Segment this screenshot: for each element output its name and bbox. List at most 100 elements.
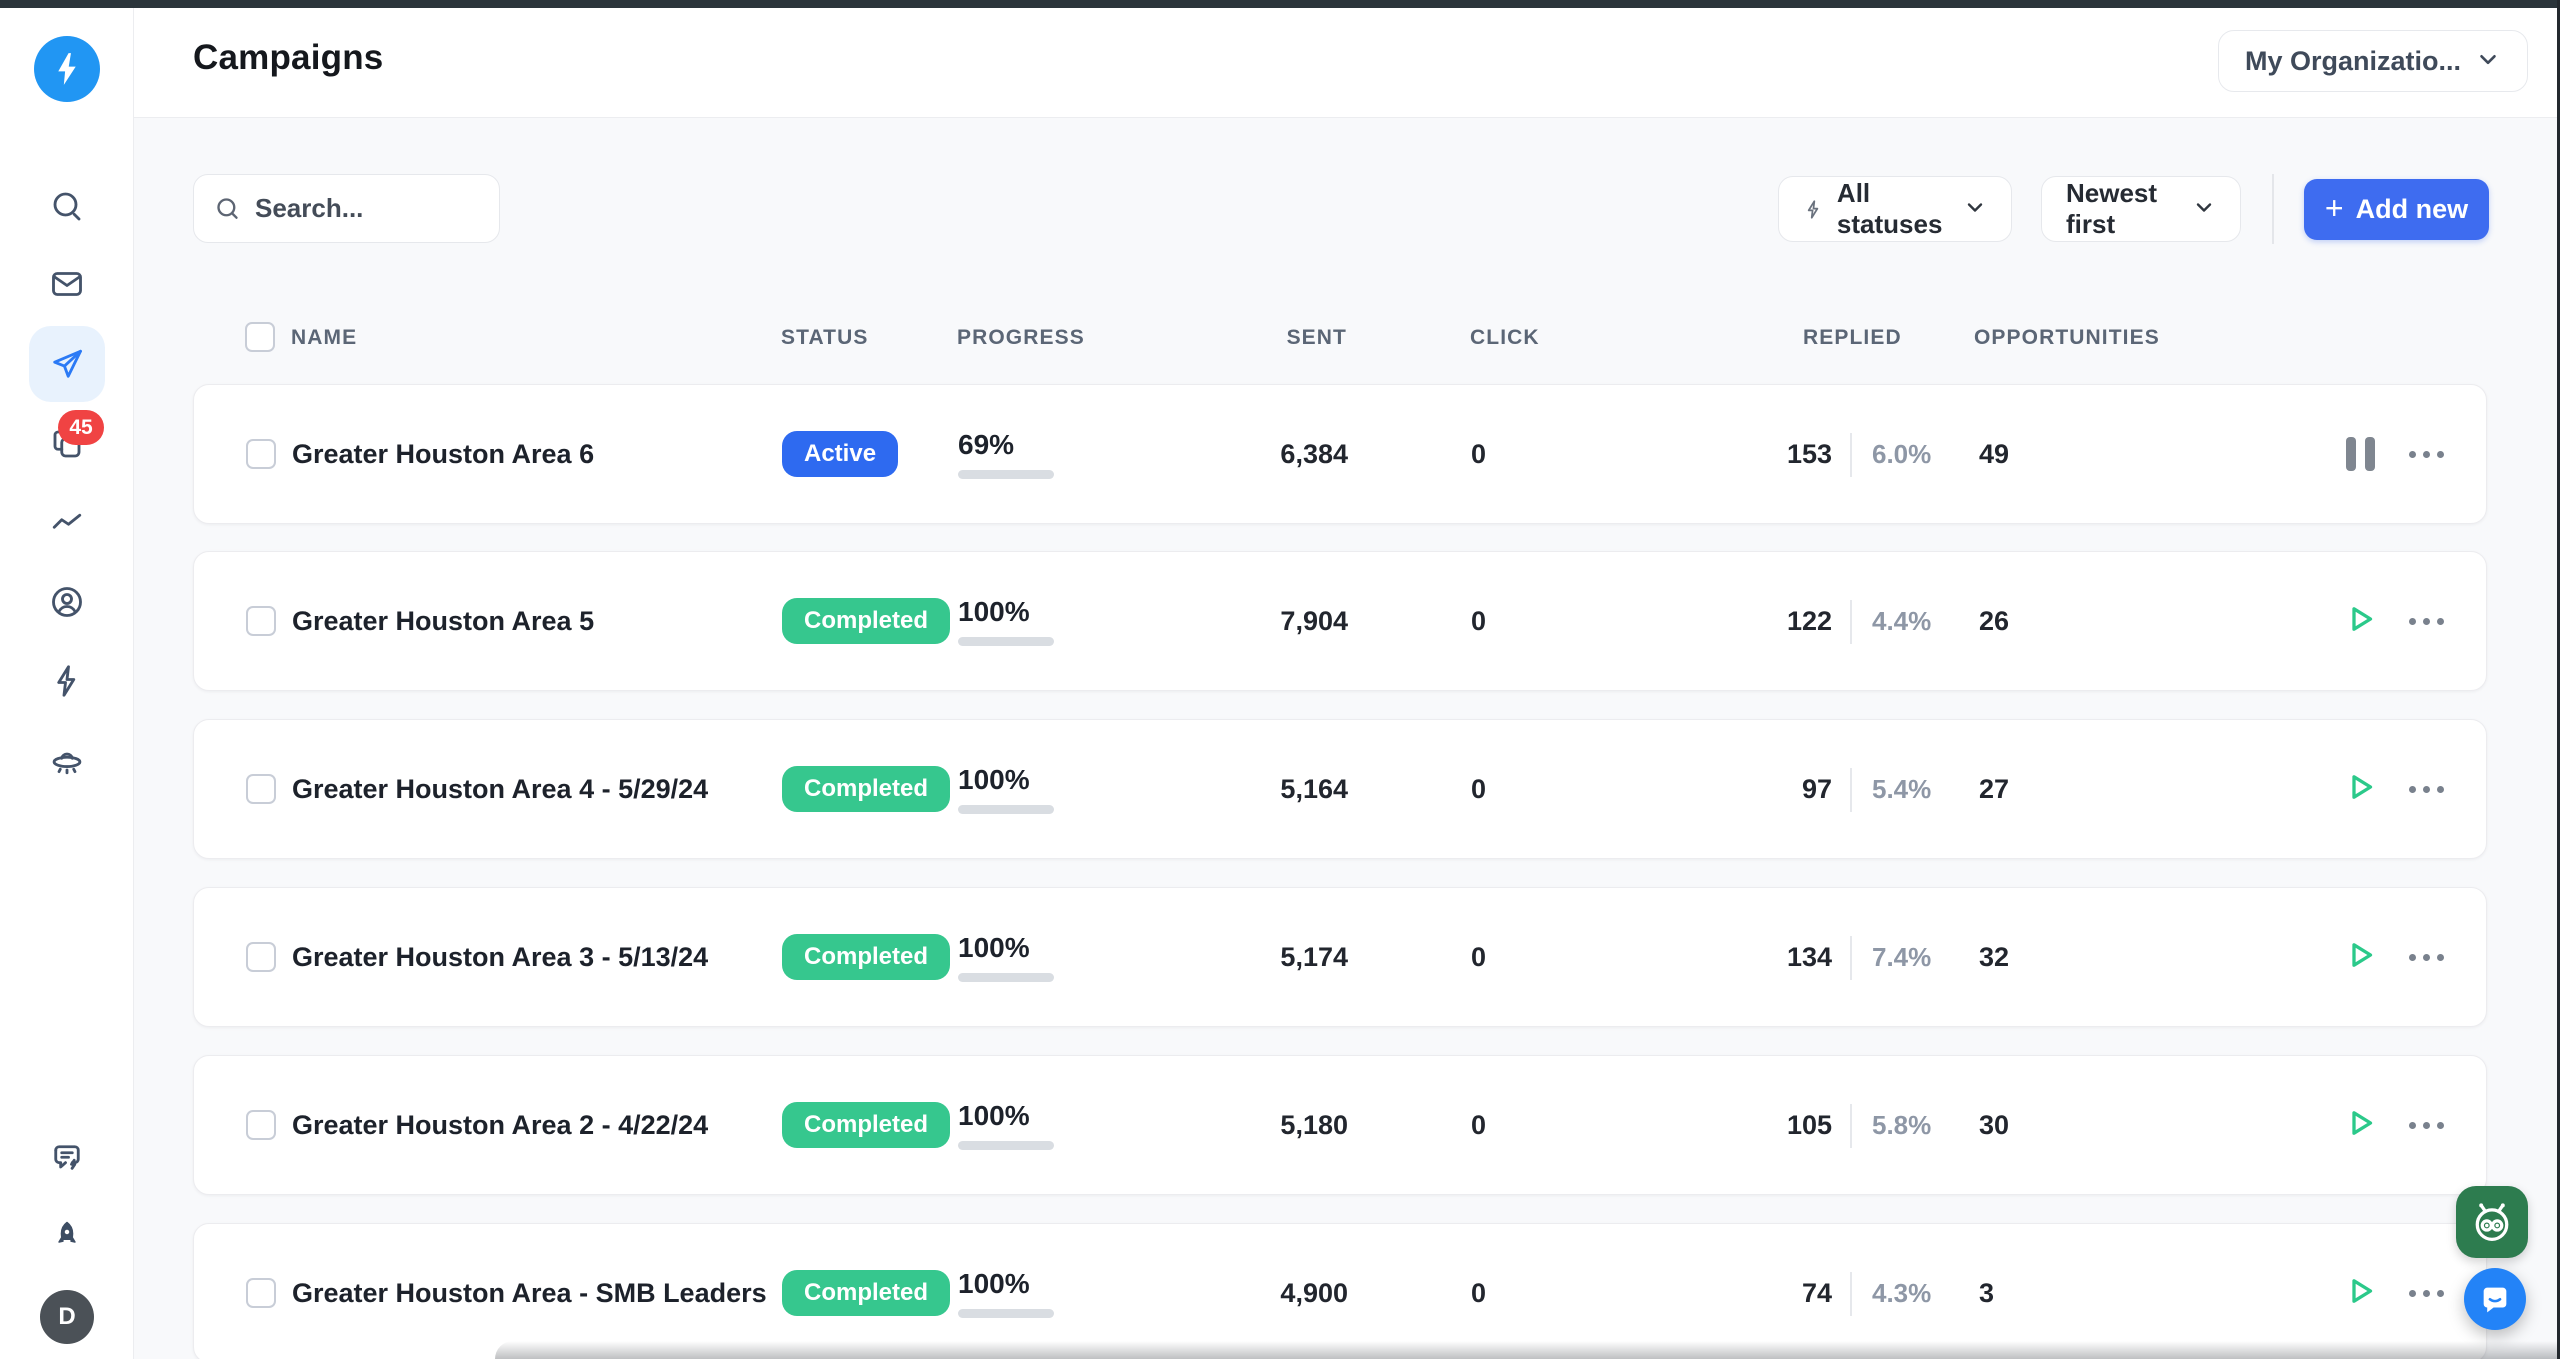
row-checkbox[interactable] [246,774,276,804]
campaign-name[interactable]: Greater Houston Area 5 [292,552,594,690]
assistant-widget-button[interactable] [2456,1186,2528,1258]
sidebar-item-feedback[interactable] [43,1134,91,1182]
campaign-row[interactable]: Greater Houston Area 2 - 4/22/24 Complet… [193,1055,2487,1195]
progress-cell: 100% [958,888,1054,1026]
campaign-row[interactable]: Greater Houston Area 6 Active 69% 6,384 … [193,384,2487,524]
row-action-button[interactable] [2334,1056,2386,1194]
campaign-row[interactable]: Greater Houston Area 3 - 5/13/24 Complet… [193,887,2487,1027]
progress-bar [958,1309,1054,1318]
campaign-row[interactable]: Greater Houston Area 5 Completed 100% 7,… [193,551,2487,691]
progress-percent: 100% [958,932,1030,964]
replied-divider [1850,600,1852,644]
sidebar-item-actions[interactable] [43,657,91,705]
chevron-down-icon [1963,195,1987,224]
row-checkbox-cell [246,1224,276,1359]
replied-count: 74 [1632,1224,1832,1359]
organization-selector-label: My Organizatio... [2245,46,2461,77]
play-icon [2342,1273,2378,1314]
column-header-progress: PROGRESS [957,326,1085,350]
row-checkbox[interactable] [246,942,276,972]
campaign-name[interactable]: Greater Houston Area - SMB Leaders [292,1224,767,1359]
row-action-button[interactable] [2334,385,2386,523]
sidebar-item-whats-new[interactable] [43,1212,91,1260]
sent-count: 7,904 [1148,552,1348,690]
progress-percent: 100% [958,764,1030,796]
column-header-click: CLICK [1470,326,1540,350]
status-badge: Completed [782,1102,950,1148]
sidebar-item-analytics[interactable] [43,498,91,546]
opportunities-count: 3 [1979,1224,1994,1359]
search-input[interactable] [255,193,455,224]
status-filter-label: All statuses [1837,178,1950,240]
mail-icon [49,266,85,302]
replied-count: 97 [1632,720,1832,858]
row-more-button[interactable] [2400,888,2452,1026]
status-cell: Completed [782,888,950,1026]
rocket-icon [49,1218,85,1254]
toolbar-divider [2272,174,2274,244]
row-checkbox-cell [246,552,276,690]
row-more-button[interactable] [2400,1224,2452,1359]
progress-bar [958,805,1054,814]
campaign-row[interactable]: Greater Houston Area - SMB Leaders Compl… [193,1223,2487,1359]
page-title: Campaigns [193,38,383,78]
sidebar-item-inbox[interactable] [43,260,91,308]
play-icon [2342,601,2378,642]
pause-icon [2346,437,2375,471]
replied-percent: 4.4% [1872,552,1931,690]
row-checkbox[interactable] [246,1110,276,1140]
progress-bar [958,1141,1054,1150]
row-checkbox[interactable] [246,1278,276,1308]
status-filter-dropdown[interactable]: All statuses [1778,176,2012,242]
sort-dropdown[interactable]: Newest first [2041,176,2241,242]
search-icon [214,195,241,222]
replied-divider [1850,936,1852,980]
status-badge: Completed [782,1270,950,1316]
campaigns-page: 45 D Campaigns My [0,0,2560,1359]
row-action-button[interactable] [2334,888,2386,1026]
search-box[interactable] [193,174,500,243]
campaign-name[interactable]: Greater Houston Area 2 - 4/22/24 [292,1056,708,1194]
row-more-button[interactable] [2400,1056,2452,1194]
row-checkbox-cell [246,1056,276,1194]
row-action-button[interactable] [2334,720,2386,858]
row-checkbox[interactable] [246,606,276,636]
add-new-label: Add new [2356,194,2469,225]
paper-plane-icon [49,346,85,382]
replied-count: 122 [1632,552,1832,690]
app-logo[interactable] [34,36,100,102]
status-badge: Active [782,431,898,477]
row-action-button[interactable] [2334,1224,2386,1359]
progress-bar [958,973,1054,982]
row-checkbox[interactable] [246,439,276,469]
row-more-button[interactable] [2400,720,2452,858]
campaign-name[interactable]: Greater Houston Area 4 - 5/29/24 [292,720,708,858]
row-more-button[interactable] [2400,552,2452,690]
click-count: 0 [1471,888,1486,1026]
opportunities-count: 27 [1979,720,2009,858]
campaign-row[interactable]: Greater Houston Area 4 - 5/29/24 Complet… [193,719,2487,859]
column-header-replied: REPLIED [1803,326,1902,350]
sent-count: 6,384 [1148,385,1348,523]
sort-label: Newest first [2066,178,2179,240]
user-avatar[interactable]: D [40,1290,94,1344]
window-top-bar [0,0,2560,8]
column-header-sent: SENT [1147,326,1347,350]
chat-messenger-button[interactable] [2464,1268,2526,1330]
campaign-name[interactable]: Greater Houston Area 6 [292,385,594,523]
row-action-button[interactable] [2334,552,2386,690]
sidebar-item-campaigns[interactable] [43,340,91,388]
sidebar-item-explore[interactable] [43,737,91,785]
sidebar-item-search[interactable] [43,182,91,230]
row-more-button[interactable] [2400,385,2452,523]
replied-divider [1850,1104,1852,1148]
campaign-name[interactable]: Greater Houston Area 3 - 5/13/24 [292,888,708,1026]
add-new-button[interactable]: + Add new [2304,179,2489,240]
organization-selector[interactable]: My Organizatio... [2218,30,2528,92]
chat-bubble-icon [2478,1282,2512,1316]
sidebar-item-crm[interactable] [43,578,91,626]
select-all-checkbox[interactable] [245,322,275,352]
click-count: 0 [1471,1224,1486,1359]
progress-percent: 100% [958,1268,1030,1300]
robot-icon [2466,1196,2518,1248]
